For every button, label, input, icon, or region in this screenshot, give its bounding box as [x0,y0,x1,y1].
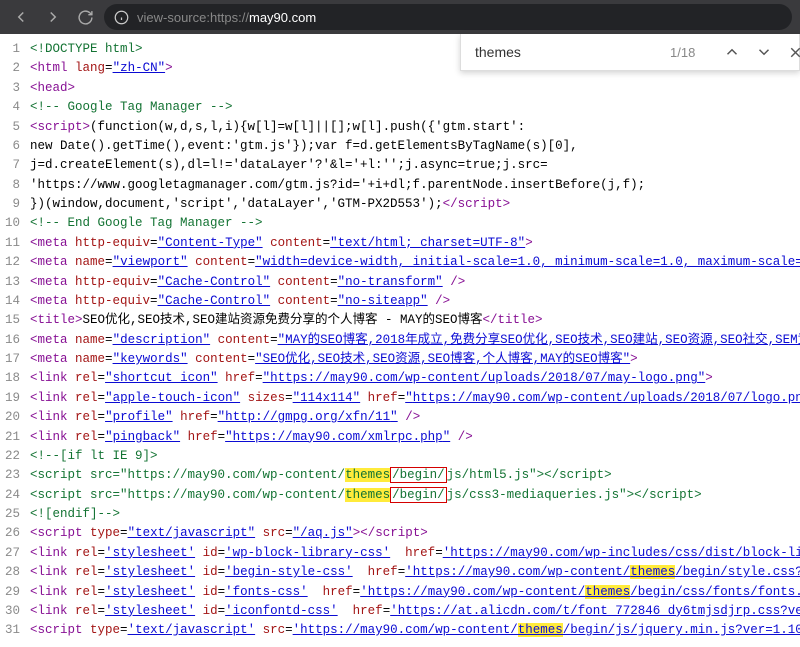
forward-button[interactable] [40,4,66,30]
source-line: <script type='text/javascript' src='http… [30,621,796,640]
source-line: <link rel="apple-touch-icon" sizes="114x… [30,389,796,408]
back-button[interactable] [8,4,34,30]
source-line: <script src="https://may90.com/wp-conten… [30,466,796,485]
source-code: <!DOCTYPE html> <html lang="zh-CN"> <hea… [28,34,800,647]
source-line: <meta http-equiv="Cache-Control" content… [30,273,796,292]
source-line: <meta http-equiv="Content-Type" content=… [30,234,796,253]
source-line: <link rel='stylesheet' id='iconfontd-css… [30,602,796,621]
source-line: <![endif]--> [30,505,796,524]
source-line: <!-- Google Tag Manager --> [30,98,796,117]
source-line: })(window,document,'script','dataLayer',… [30,195,796,214]
source-line: <link rel="pingback" href="https://may90… [30,428,796,447]
source-line: <!-- End Google Tag Manager --> [30,214,796,233]
source-line: <meta name="description" content="MAY的SE… [30,331,796,350]
source-line: <script type="text/javascript" src="/aq.… [30,524,796,543]
source-line: <title>SEO优化,SEO技术,SEO建站资源免费分享的个人博客 - MA… [30,311,796,330]
source-line: <link rel='stylesheet' id='wp-block-libr… [30,544,796,563]
source-line: <meta http-equiv="Cache-Control" content… [30,292,796,311]
source-line: <link rel="shortcut icon" href="https://… [30,369,796,388]
source-line: <!--[if lt IE 9]> [30,447,796,466]
source-line: <script>(function(w,d,s,l,i){w[l]=w[l]||… [30,118,796,137]
find-prev-button[interactable] [723,43,741,61]
reload-button[interactable] [72,4,98,30]
line-number-gutter: 1234567891011121314151617181920212223242… [0,34,28,647]
find-next-button[interactable] [755,43,773,61]
source-line: <link rel='stylesheet' id='fonts-css' hr… [30,583,796,602]
source-line: new Date().getTime(),event:'gtm.js'});va… [30,137,796,156]
source-view: 1234567891011121314151617181920212223242… [0,34,800,647]
source-line: <script src="https://may90.com/wp-conten… [30,486,796,505]
source-line: <meta name="viewport" content="width=dev… [30,253,796,272]
find-input[interactable] [475,44,656,60]
source-line: 'https://www.googletagmanager.com/gtm.js… [30,176,796,195]
source-line: <link rel="profile" href="http://gmpg.or… [30,408,796,427]
source-line: <head> [30,79,796,98]
address-bar[interactable]: view-source:https://may90.com [104,4,792,30]
source-line: <meta name="keywords" content="SEO优化,SEO… [30,350,796,369]
find-close-button[interactable] [787,44,800,61]
browser-toolbar: view-source:https://may90.com [0,0,800,34]
find-count: 1/18 [670,45,695,60]
url-text: view-source:https://may90.com [137,10,316,25]
find-in-page-bar: 1/18 [460,34,800,71]
source-line: <link rel='stylesheet' id='begin-style-c… [30,563,796,582]
source-line: j=d.createElement(s),dl=l!='dataLayer'?'… [30,156,796,175]
site-info-icon[interactable] [114,10,129,25]
